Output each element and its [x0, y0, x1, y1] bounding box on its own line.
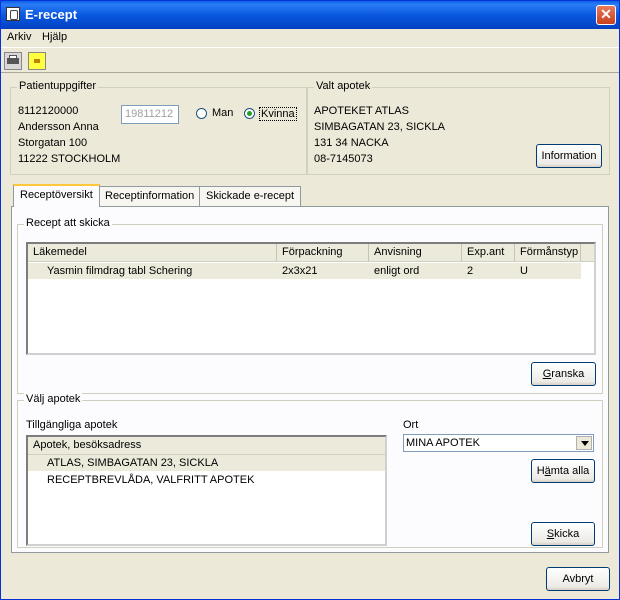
choose-pharmacy-legend: Välj apotek: [24, 393, 83, 405]
menu-bar: Arkiv Hjälp: [1, 29, 619, 46]
tab-receptinformation[interactable]: Receptinformation: [98, 186, 202, 206]
menu-hjalp[interactable]: Hjälp: [42, 31, 67, 43]
toolbar: [1, 47, 619, 73]
pharmacy-phone: 08-7145073: [314, 153, 373, 165]
skicka-button[interactable]: Skicka: [531, 522, 595, 546]
radio-man-label[interactable]: Man: [212, 107, 233, 119]
pharmacy-street: SIMBAGATAN 23, SICKLA: [314, 121, 446, 133]
app-icon: [6, 7, 20, 21]
col-lakemedel[interactable]: Läkemedel: [28, 244, 277, 261]
patient-street: Storgatan 100: [18, 137, 88, 149]
new-document-icon[interactable]: [28, 52, 46, 70]
skicka-label: kicka: [554, 528, 580, 540]
pharmacy-name: APOTEKET ATLAS: [314, 105, 409, 117]
patient-name: Andersson Anna: [18, 121, 99, 133]
col-apotek[interactable]: Apotek, besöksadress: [28, 437, 385, 454]
pharmacy-list-header: Apotek, besöksadress: [28, 437, 385, 455]
recipes-list-header: Läkemedel Förpackning Anvisning Exp.ant …: [28, 244, 594, 262]
city-select-value: MINA APOTEK: [406, 437, 480, 449]
hamta-label: mta alla: [550, 465, 590, 477]
recipes-list[interactable]: Läkemedel Förpackning Anvisning Exp.ant …: [26, 242, 596, 355]
tab-receptoversikt[interactable]: Receptöversikt: [13, 184, 100, 207]
hamta-prefix: H: [536, 465, 545, 477]
window-title: E-recept: [25, 7, 78, 22]
hamta-alla-button[interactable]: Hämta alla: [531, 459, 595, 483]
printer-icon[interactable]: [4, 52, 22, 70]
pharmacy-item-label: ATLAS, SIMBAGATAN 23, SICKLA: [47, 457, 219, 469]
radio-kvinna-label[interactable]: Kvinna: [259, 107, 297, 121]
granska-button[interactable]: Granska: [531, 362, 596, 386]
cell-instr: enligt ord: [374, 265, 420, 277]
granska-label: ranska: [551, 368, 585, 380]
patient-legend: Patientuppgifter: [17, 80, 99, 92]
pharmacy-legend: Valt apotek: [314, 80, 373, 92]
menu-arkiv[interactable]: Arkiv: [7, 31, 31, 43]
city-label: Ort: [403, 419, 419, 431]
recipes-group: Recept att skicka Läkemedel Förpackning …: [17, 217, 603, 394]
table-row[interactable]: Yasmin filmdrag tabl Schering 2x3x21 enl…: [28, 263, 581, 279]
tab-panel-receptoversikt: Recept att skicka Läkemedel Förpackning …: [11, 206, 609, 553]
cancel-button[interactable]: Avbryt: [546, 567, 610, 591]
col-formanstyp[interactable]: Förmånstyp: [515, 244, 581, 261]
granska-mnemonic: G: [542, 368, 552, 380]
col-anvisning[interactable]: Anvisning: [369, 244, 462, 261]
patient-group: Patientuppgifter 8112120000 Andersson An…: [10, 80, 307, 175]
main-window: E-recept ✕ Arkiv Hjälp Patientuppgifter …: [0, 0, 620, 600]
radio-man[interactable]: [196, 108, 207, 119]
birthdate-field: 19811212: [121, 105, 179, 124]
radio-kvinna[interactable]: [244, 108, 255, 119]
recipes-legend: Recept att skicka: [24, 217, 112, 229]
cell-pack: 2x3x21: [282, 265, 318, 277]
cell-drug: Yasmin filmdrag tabl Schering: [47, 265, 193, 277]
information-button[interactable]: Information: [536, 144, 602, 168]
title-bar[interactable]: E-recept ✕: [1, 1, 619, 29]
patient-postal: 11222 STOCKHOLM: [18, 153, 121, 165]
city-select[interactable]: MINA APOTEK: [403, 434, 594, 452]
pharmacy-list[interactable]: Apotek, besöksadress ATLAS, SIMBAGATAN 2…: [26, 435, 387, 546]
cell-exp: 2: [467, 265, 474, 277]
pharmacy-item-label: RECEPTBREVLÅDA, VALFRITT APOTEK: [47, 474, 255, 486]
patient-id: 8112120000: [18, 105, 79, 117]
choose-pharmacy-group: Välj apotek Tillgängliga apotek Apotek, …: [17, 393, 603, 548]
col-forpackning[interactable]: Förpackning: [277, 244, 369, 261]
list-item[interactable]: RECEPTBREVLÅDA, VALFRITT APOTEK: [28, 472, 385, 488]
list-item[interactable]: ATLAS, SIMBAGATAN 23, SICKLA: [28, 455, 385, 471]
close-button[interactable]: ✕: [596, 5, 616, 25]
col-exp-ant[interactable]: Exp.ant: [462, 244, 515, 261]
chevron-down-icon[interactable]: [576, 436, 592, 450]
available-pharmacies-label: Tillgängliga apotek: [26, 419, 118, 431]
tab-skickade-e-recept[interactable]: Skickade e-recept: [199, 186, 302, 206]
cell-benefit: U: [520, 265, 528, 277]
selected-pharmacy-group: Valt apotek APOTEKET ATLAS SIMBAGATAN 23…: [307, 80, 610, 175]
pharmacy-postal: 131 34 NACKA: [314, 137, 389, 149]
